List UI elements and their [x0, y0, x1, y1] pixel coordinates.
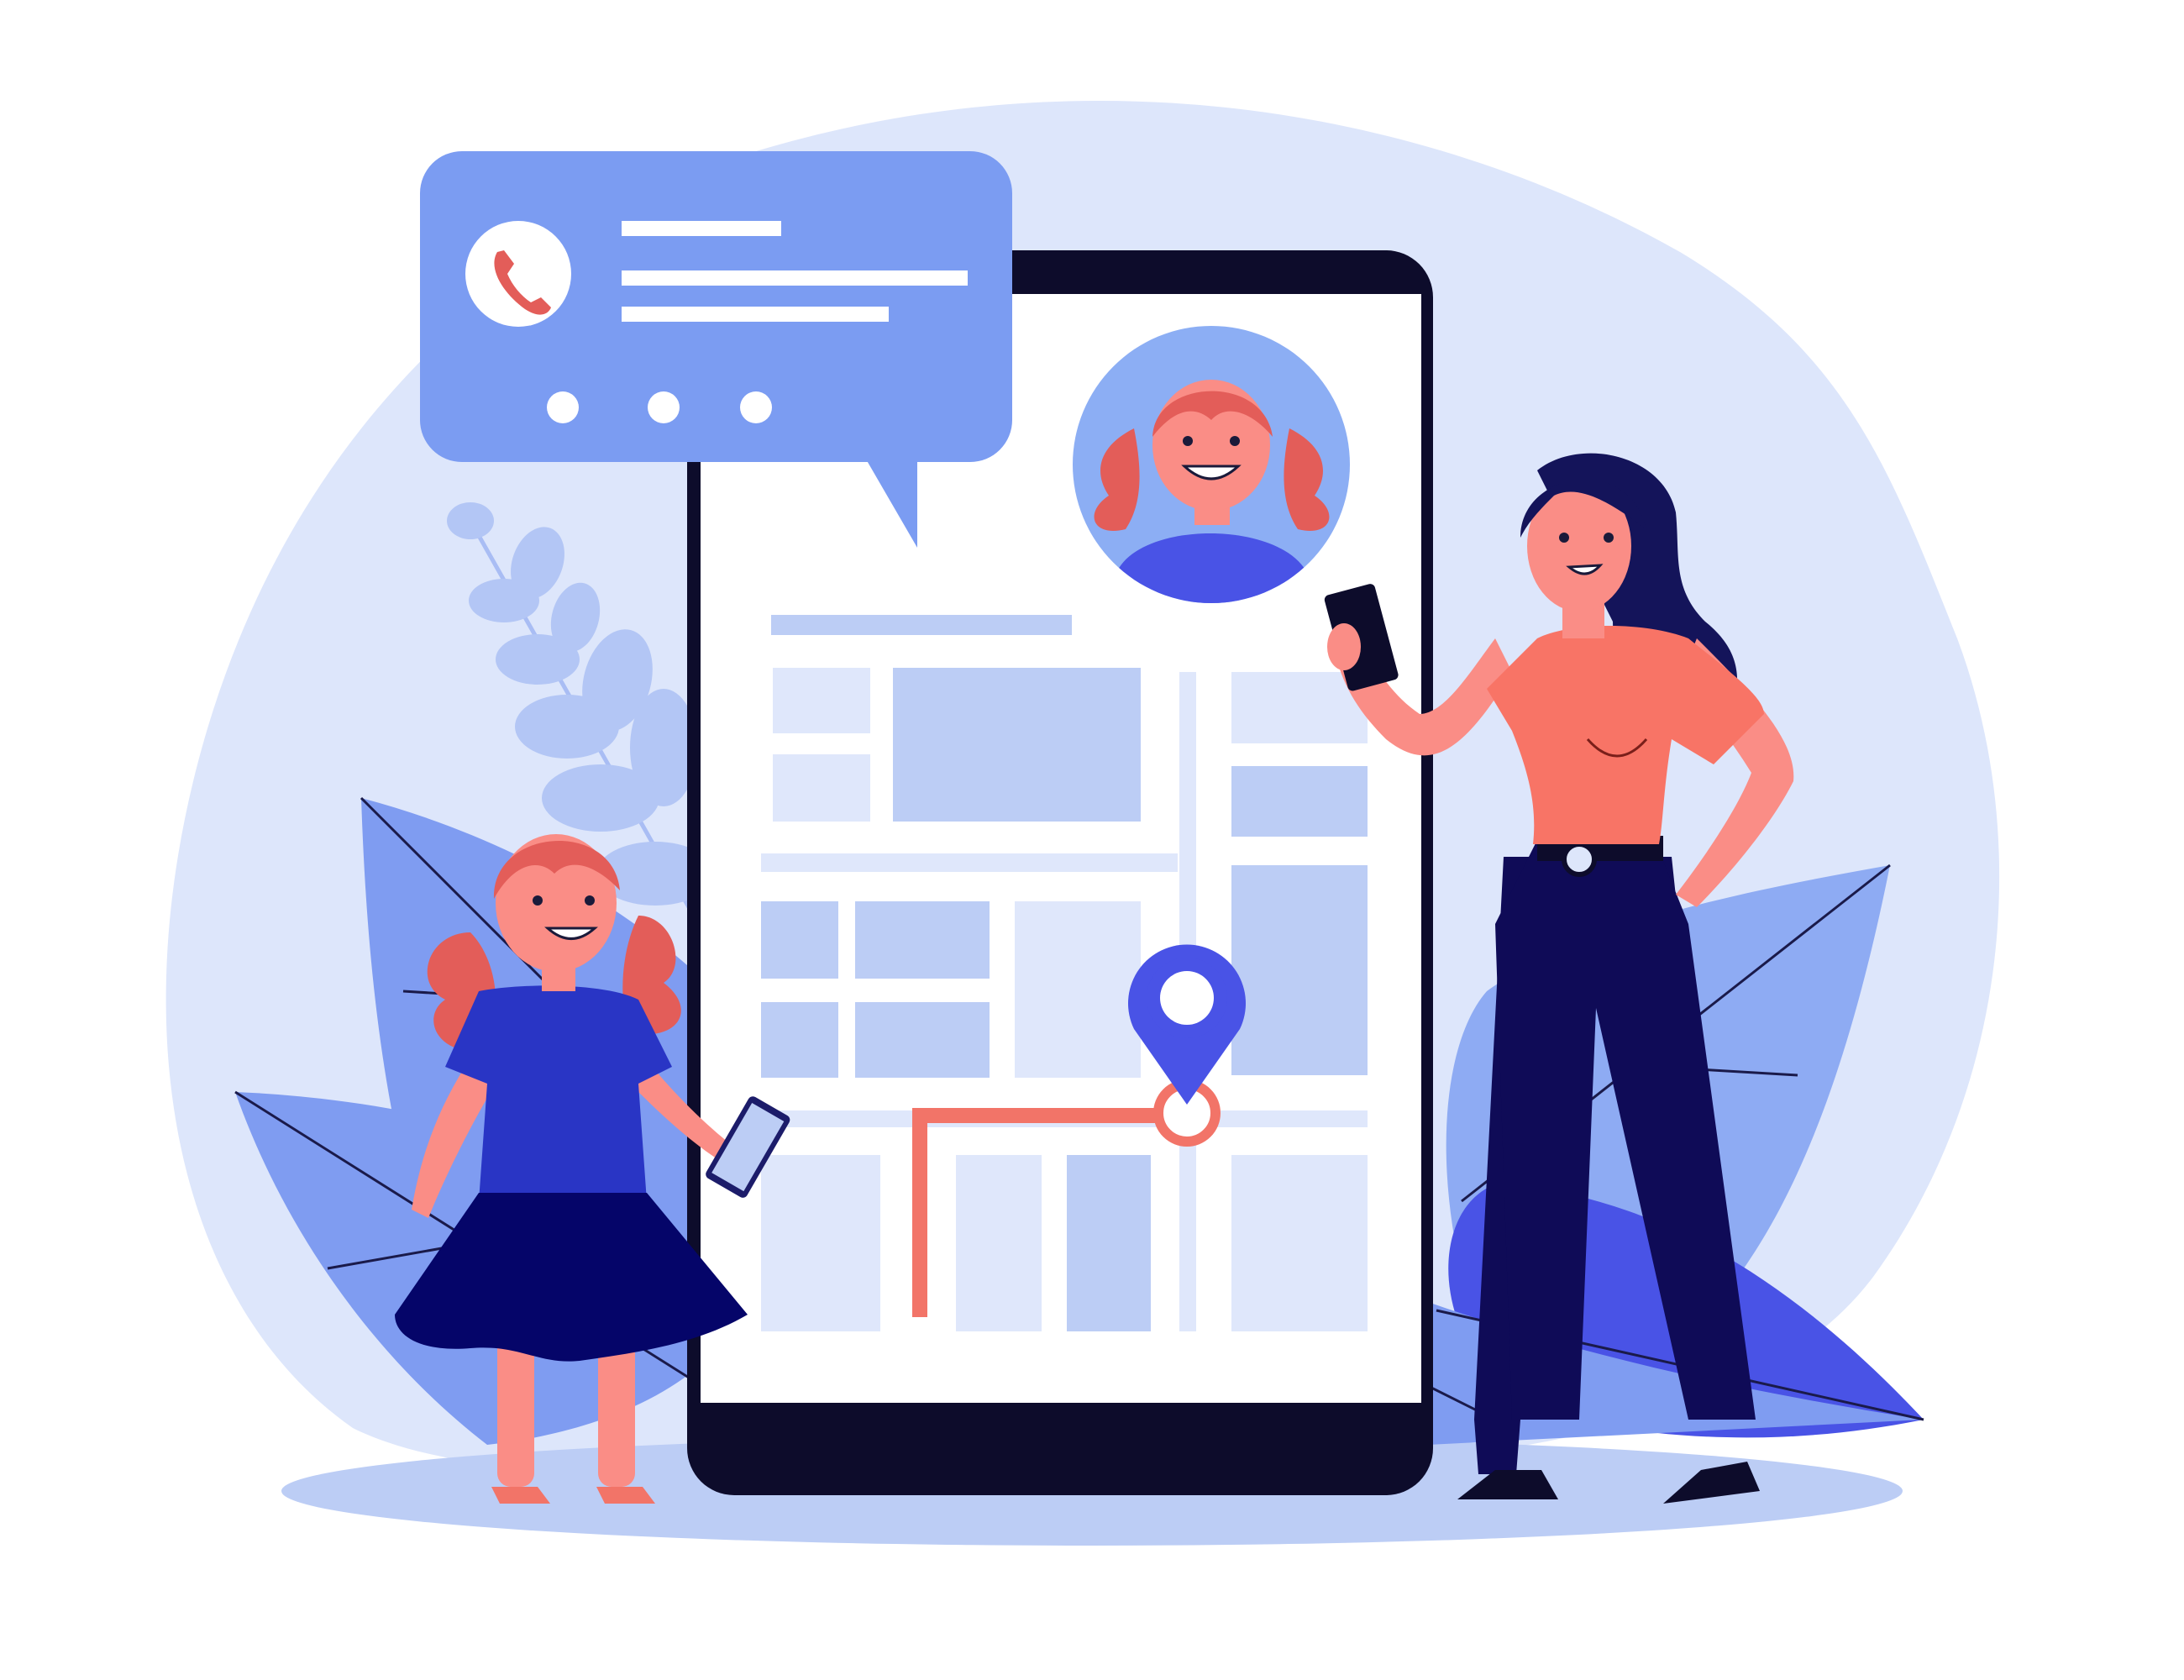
typing-dot	[547, 391, 579, 423]
map-block	[956, 1155, 1042, 1331]
woman-hand	[1327, 623, 1361, 670]
map-block	[761, 1002, 838, 1078]
woman-eye	[1604, 533, 1614, 543]
typing-dot	[740, 391, 772, 423]
phone-icon-badge	[465, 221, 571, 327]
woman-belt-buckle	[1562, 842, 1597, 877]
map-block	[773, 754, 870, 822]
sprig-leaf	[447, 502, 494, 539]
map-block	[855, 1002, 990, 1078]
illustration-scene	[165, 100, 2000, 1546]
sprig-leaf	[542, 764, 659, 832]
map-block	[761, 1155, 880, 1331]
sprig-leaf	[515, 695, 619, 759]
sprig-leaf	[496, 634, 580, 685]
map-block	[1015, 901, 1141, 1078]
text-line	[622, 221, 781, 236]
girl-eye	[585, 895, 595, 906]
woman-eye	[1559, 533, 1569, 543]
map-block	[1231, 1155, 1368, 1331]
map-block	[893, 668, 1141, 822]
map-block	[1067, 1155, 1151, 1331]
sprig-leaf	[469, 579, 539, 622]
map-block	[761, 901, 838, 979]
map-block	[773, 668, 870, 733]
girl-eye	[533, 895, 543, 906]
text-line	[622, 307, 889, 322]
typing-dot	[648, 391, 680, 423]
map-header-bar	[771, 615, 1072, 635]
map-block	[855, 901, 990, 979]
map-road	[761, 853, 1178, 872]
map-block	[1231, 865, 1368, 1075]
map-block	[1231, 766, 1368, 837]
text-line	[622, 270, 968, 286]
